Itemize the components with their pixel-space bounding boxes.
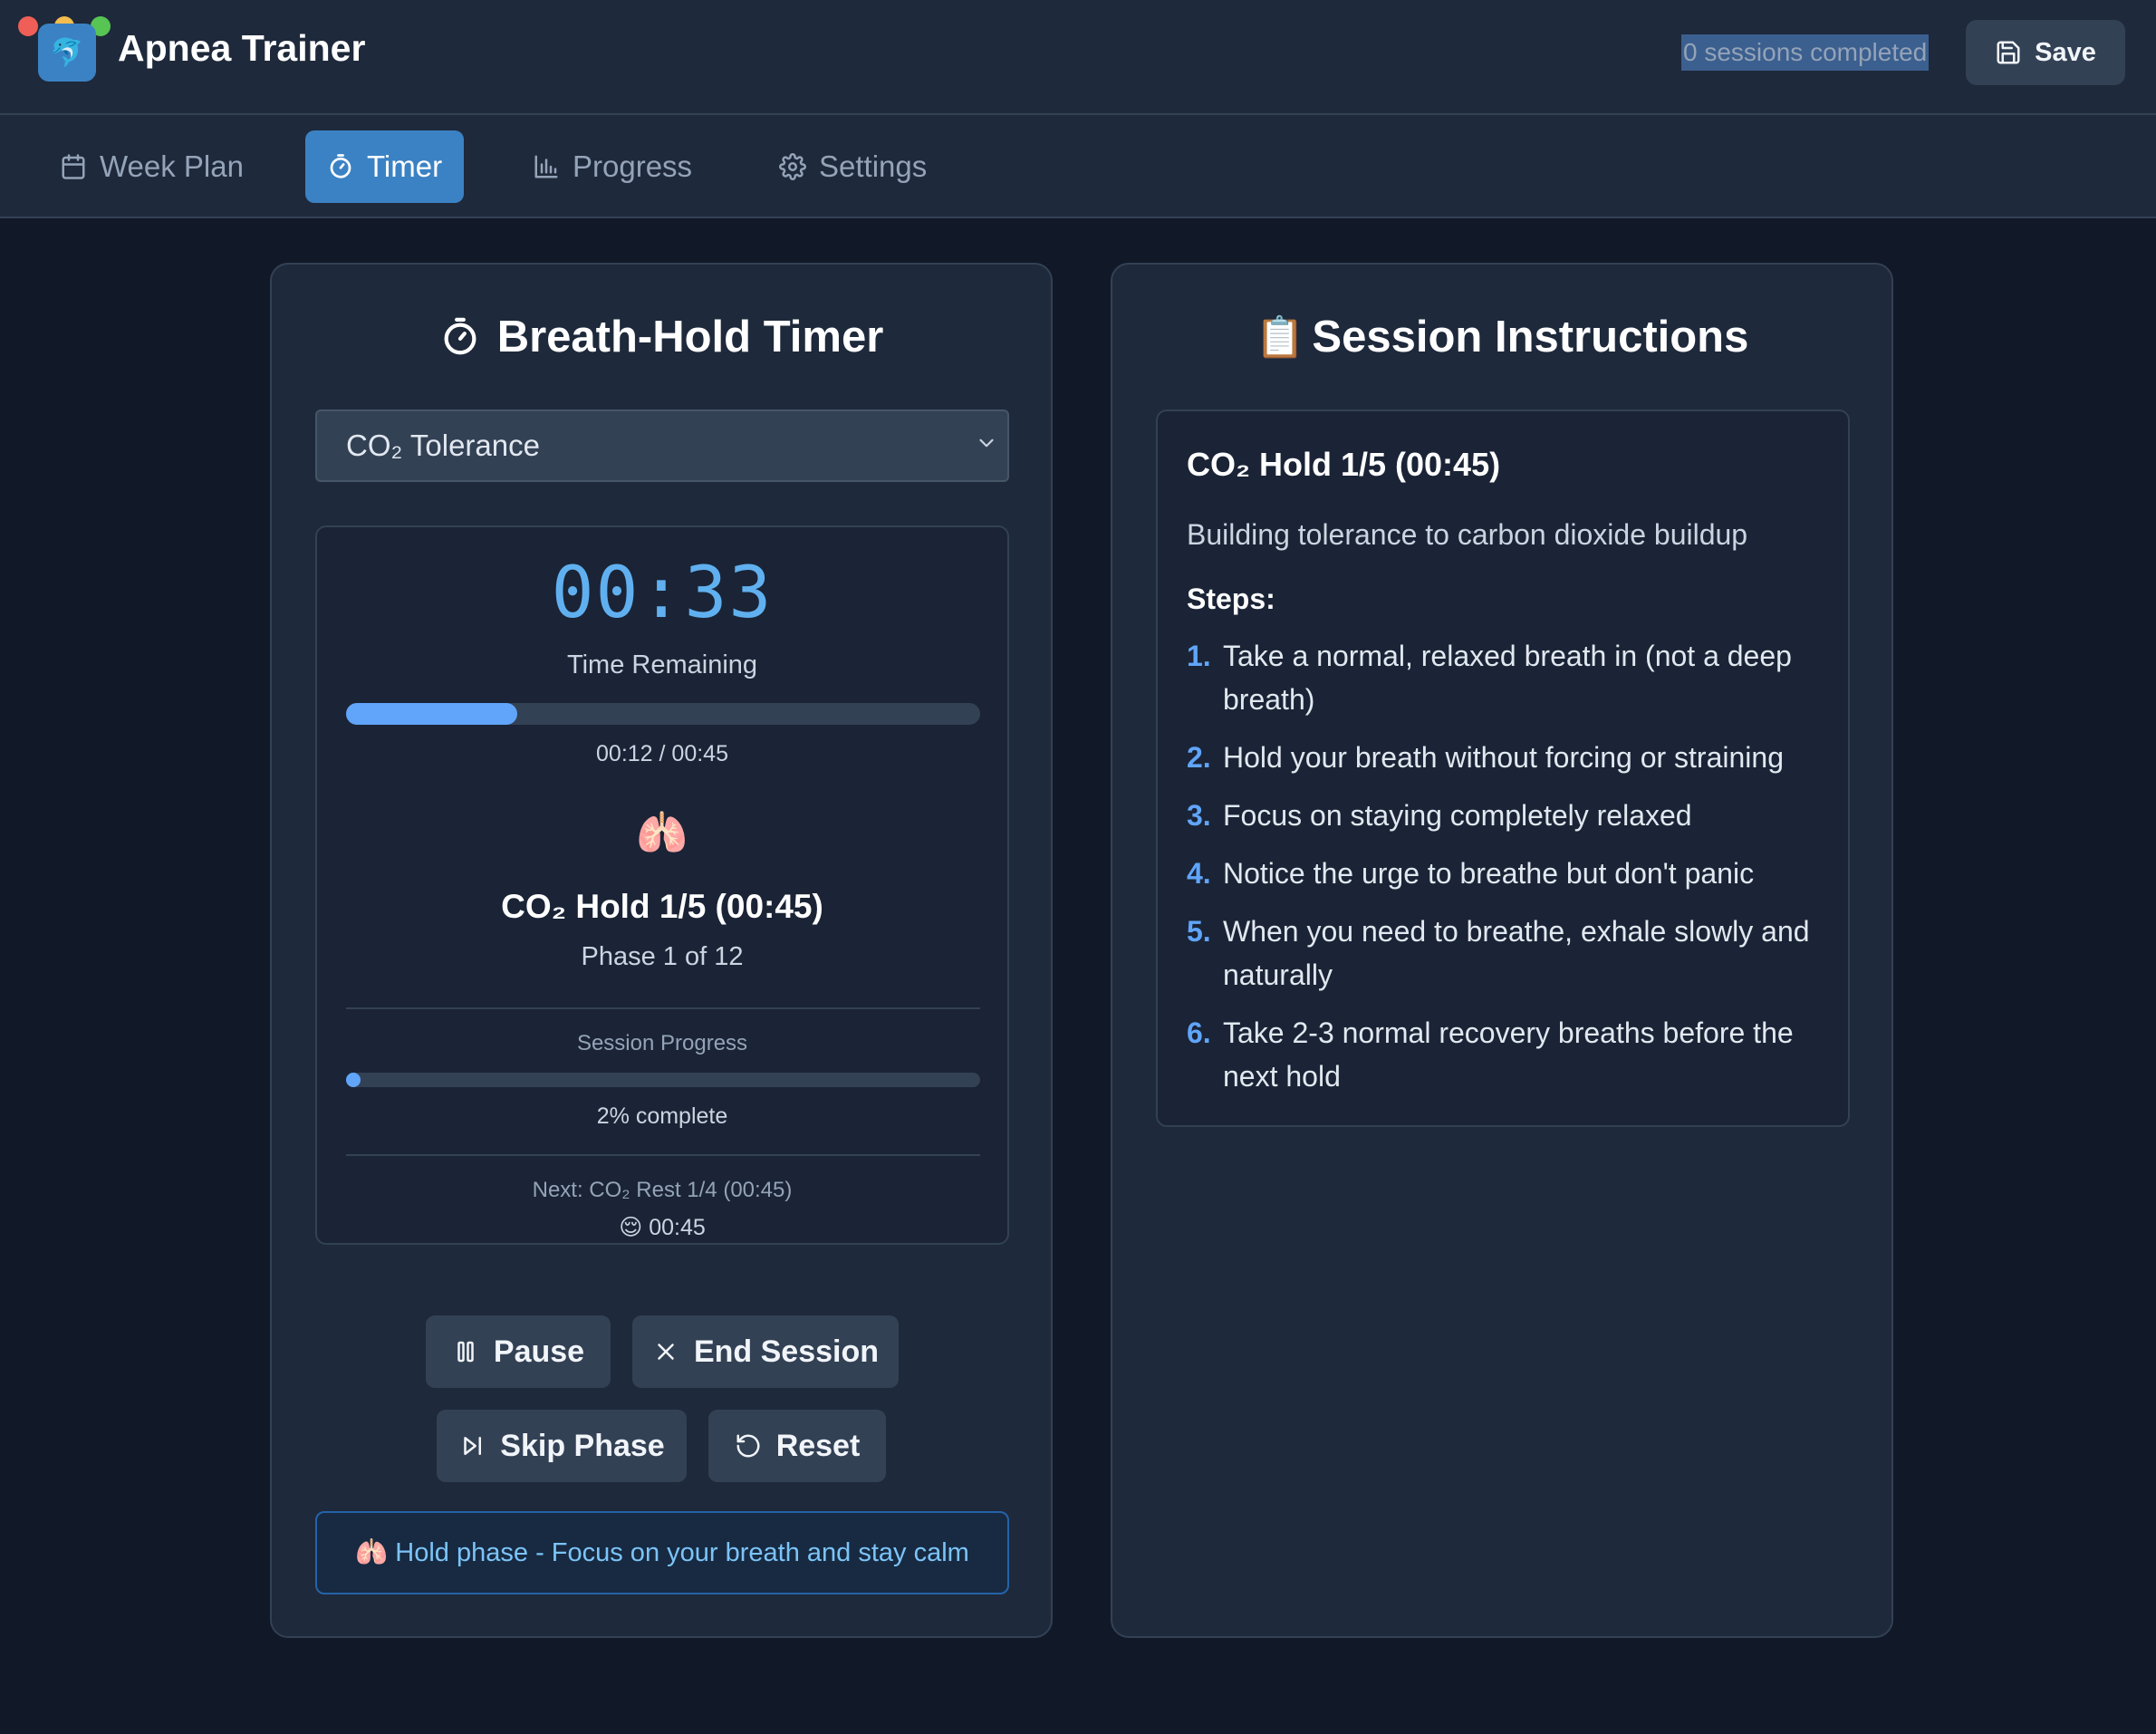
app-title: Apnea Trainer bbox=[118, 27, 366, 69]
gear-icon bbox=[779, 153, 806, 180]
lungs-icon: 🫁 bbox=[636, 809, 688, 856]
next-phase-duration-value: 00:45 bbox=[649, 1215, 706, 1240]
phase-progress-bar bbox=[346, 703, 980, 725]
timer-panel-title-text: Breath-Hold Timer bbox=[496, 313, 884, 361]
pause-icon bbox=[457, 1341, 474, 1363]
tab-week-plan[interactable]: Week Plan bbox=[38, 130, 265, 203]
rotate-ccw-icon bbox=[736, 1434, 760, 1458]
current-phase-name: CO₂ Hold 1/5 (00:45) bbox=[501, 888, 823, 925]
tab-settings[interactable]: Settings bbox=[757, 130, 948, 203]
time-remaining-label: Time Remaining bbox=[566, 650, 758, 679]
step-number: 6. bbox=[1187, 1016, 1211, 1049]
tab-settings-label: Settings bbox=[819, 149, 928, 183]
timer-display: 00:33 Time Remaining 00:12 / 00:45 🫁 CO₂… bbox=[315, 525, 1009, 1245]
instructions-panel: 📋 Session Instructions CO₂ Hold 1/5 (00:… bbox=[1111, 263, 1893, 1638]
bar-chart-icon bbox=[534, 155, 558, 178]
list-item: 5. When you need to breathe, exhale slowl… bbox=[1187, 910, 1819, 997]
sessions-completed-count: 0 sessions completed bbox=[1681, 34, 1930, 71]
next-phase-duration: 😌 00:45 bbox=[317, 1214, 1007, 1241]
tab-bar: Week Plan Timer Progress Settings bbox=[0, 115, 2156, 218]
close-icon bbox=[658, 1344, 674, 1360]
relieved-face-icon: 😌 bbox=[619, 1215, 643, 1240]
phase-hint-banner: 🫁 Hold phase - Focus on your breath and … bbox=[315, 1511, 1009, 1594]
end-session-button[interactable]: End Session bbox=[632, 1315, 899, 1388]
tab-progress[interactable]: Progress bbox=[511, 130, 714, 203]
step-text: When you need to breathe, exhale slowly … bbox=[1223, 915, 1810, 991]
tab-timer-label: Timer bbox=[367, 149, 443, 183]
step-number: 1. bbox=[1187, 640, 1211, 672]
phase-counter: Phase 1 of 12 bbox=[581, 942, 744, 971]
step-text: Hold your breath without forcing or stra… bbox=[1223, 741, 1784, 774]
divider bbox=[346, 1154, 980, 1156]
tab-progress-label: Progress bbox=[573, 149, 693, 183]
chevron-down-icon bbox=[979, 438, 994, 448]
skip-phase-button-label: Skip Phase bbox=[500, 1428, 665, 1463]
instructions-panel-title: 📋 Session Instructions bbox=[1112, 312, 1891, 362]
session-progress-bar bbox=[346, 1073, 980, 1087]
stopwatch-icon bbox=[444, 317, 476, 355]
time-remaining-value: 00:33 bbox=[551, 553, 774, 634]
step-text: Take 2-3 normal recovery breaths before … bbox=[1223, 1016, 1794, 1093]
stopwatch-icon bbox=[330, 154, 351, 178]
reset-button[interactable]: Reset bbox=[708, 1410, 886, 1482]
session-progress-text: 2% complete bbox=[596, 1103, 728, 1129]
steps-heading: Steps: bbox=[1187, 583, 1275, 615]
skip-forward-icon bbox=[464, 1437, 482, 1455]
step-number: 2. bbox=[1187, 741, 1211, 774]
window-close-button[interactable] bbox=[18, 16, 38, 36]
instructions-description: Building tolerance to carbon dioxide bui… bbox=[1187, 518, 1748, 551]
phase-progress-fill bbox=[346, 703, 517, 725]
steps-list: 1. Take a normal, relaxed breath in (not … bbox=[1187, 634, 1819, 1098]
calendar-icon bbox=[62, 154, 85, 179]
title-bar: 🐬 Apnea Trainer 0 sessions completed Sav… bbox=[0, 0, 2156, 115]
lungs-icon: 🫁 bbox=[355, 1538, 389, 1567]
divider bbox=[346, 1007, 980, 1009]
pause-button-label: Pause bbox=[493, 1334, 585, 1369]
list-item: 2. Hold your breath without forcing or st… bbox=[1187, 736, 1819, 779]
app-logo-icon: 🐬 bbox=[38, 24, 96, 82]
instructions-panel-title-text: Session Instructions bbox=[1312, 313, 1749, 361]
save-button[interactable]: Save bbox=[1966, 20, 2125, 85]
step-number: 5. bbox=[1187, 915, 1211, 948]
training-mode-value: CO₂ Tolerance bbox=[346, 429, 540, 462]
timer-panel-title: Breath-Hold Timer bbox=[272, 312, 1051, 362]
save-icon bbox=[1997, 41, 2020, 64]
step-number: 3. bbox=[1187, 799, 1211, 832]
training-mode-select[interactable]: CO₂ Tolerance bbox=[315, 409, 1009, 482]
phase-hint-text: Hold phase - Focus on your breath and st… bbox=[395, 1537, 969, 1567]
step-text: Take a normal, relaxed breath in (not a … bbox=[1223, 640, 1792, 716]
end-session-button-label: End Session bbox=[693, 1334, 880, 1369]
save-button-label: Save bbox=[2035, 37, 2096, 67]
session-progress-fill bbox=[346, 1073, 361, 1087]
reset-button-label: Reset bbox=[775, 1428, 861, 1463]
clipboard-icon: 📋 bbox=[1255, 315, 1305, 360]
list-item: 3. Focus on staying completely relaxed bbox=[1187, 794, 1819, 837]
timer-panel: Breath-Hold Timer CO₂ Tolerance 00:33 Ti… bbox=[270, 263, 1053, 1638]
session-progress-label: Session Progress bbox=[576, 1031, 748, 1055]
instructions-phase-title: CO₂ Hold 1/5 (00:45) bbox=[1187, 446, 1501, 483]
next-phase-text: Next: CO₂ Rest 1/4 (00:45) bbox=[532, 1178, 793, 1202]
step-text: Focus on staying completely relaxed bbox=[1223, 799, 1692, 832]
instructions-card: CO₂ Hold 1/5 (00:45) Building tolerance … bbox=[1156, 409, 1850, 1127]
phase-elapsed-text: 00:12 / 00:45 bbox=[596, 741, 728, 766]
tab-week-plan-label: Week Plan bbox=[100, 149, 244, 183]
list-item: 6. Take 2-3 normal recovery breaths befor… bbox=[1187, 1011, 1819, 1098]
list-item: 4. Notice the urge to breathe but don't p… bbox=[1187, 852, 1819, 895]
skip-phase-button[interactable]: Skip Phase bbox=[437, 1410, 687, 1482]
list-item: 1. Take a normal, relaxed breath in (not … bbox=[1187, 634, 1819, 721]
tab-timer[interactable]: Timer bbox=[305, 130, 465, 203]
step-text: Notice the urge to breathe but don't pan… bbox=[1223, 857, 1755, 890]
pause-button[interactable]: Pause bbox=[426, 1315, 611, 1388]
step-number: 4. bbox=[1187, 857, 1211, 890]
